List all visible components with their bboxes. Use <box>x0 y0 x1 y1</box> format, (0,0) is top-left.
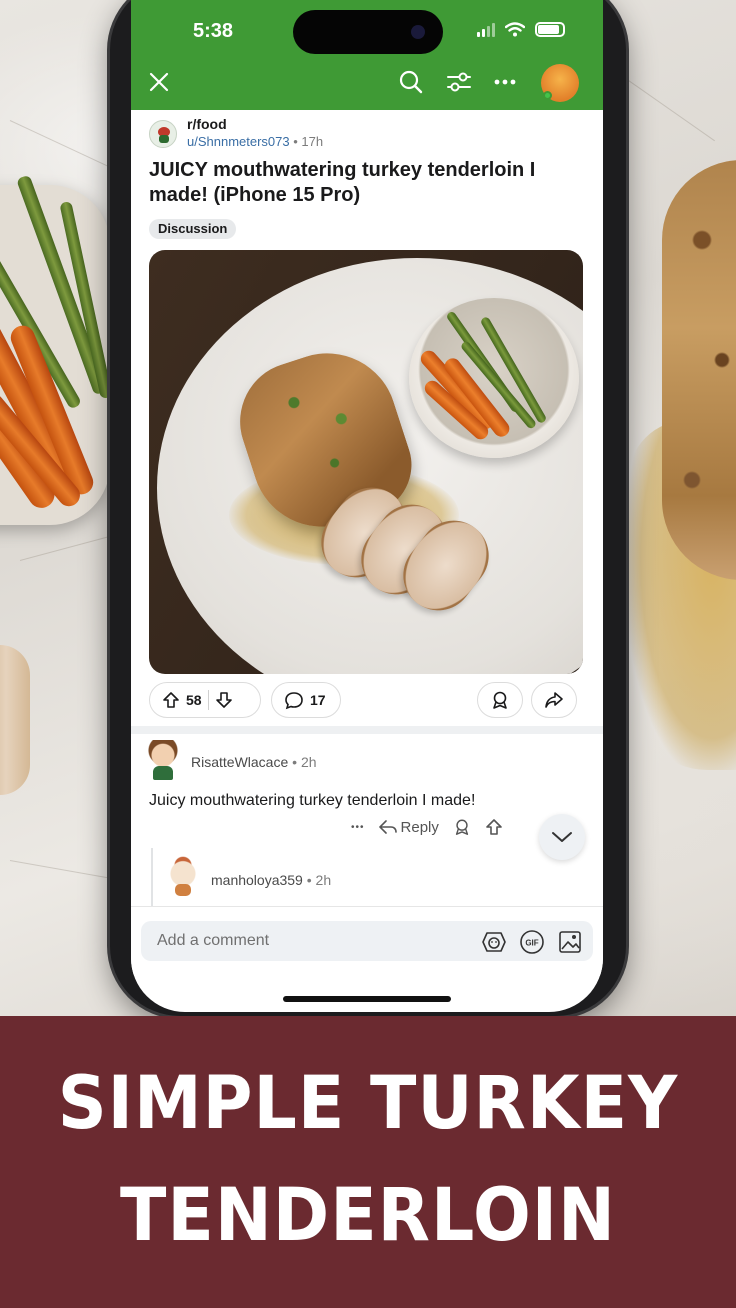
banner-title-line2: TENDERLOIN <box>120 1172 616 1259</box>
home-indicator <box>283 996 451 1002</box>
sliders-icon[interactable] <box>441 64 477 100</box>
gif-icon[interactable]: GIF <box>519 929 545 955</box>
comment-avatar[interactable] <box>165 856 201 898</box>
wifi-icon <box>505 22 525 37</box>
comment-text: Juicy mouthwatering turkey tenderloin I … <box>149 792 476 809</box>
comment-avatar[interactable] <box>145 740 181 780</box>
reply-label: Reply <box>400 818 439 836</box>
post-byline: u/Shnnmeters073 • 17h <box>187 134 323 149</box>
post-image[interactable] <box>149 250 583 674</box>
search-icon[interactable] <box>393 64 429 100</box>
battery-icon <box>535 22 565 37</box>
subreddit-avatar[interactable] <box>149 120 177 148</box>
close-icon[interactable] <box>141 64 177 100</box>
app-header: 5:38 <box>131 0 603 110</box>
post-age: • 17h <box>293 134 324 149</box>
more-horizontal-icon[interactable] <box>487 64 523 100</box>
upvote-icon[interactable] <box>485 818 503 836</box>
turkey-slice-background <box>0 645 30 795</box>
thread-line <box>151 848 153 908</box>
comment-icon <box>285 692 303 710</box>
reply-button[interactable]: Reply <box>378 818 439 836</box>
upvote-icon[interactable] <box>162 691 180 709</box>
comment-author[interactable]: manholoya359 <box>211 872 303 888</box>
gif-label: GIF <box>525 939 538 948</box>
downvote-icon[interactable] <box>215 691 233 709</box>
subreddit-name[interactable]: r/food <box>187 116 227 132</box>
user-avatar[interactable] <box>541 64 579 102</box>
comment-actions: ••• Reply <box>351 818 503 836</box>
dynamic-island <box>293 10 443 54</box>
post-meta: r/food u/Shnnmeters073 • 17h <box>149 114 589 154</box>
post-flair[interactable]: Discussion <box>149 219 237 239</box>
award-button[interactable] <box>477 682 523 718</box>
turkey-background <box>662 160 736 580</box>
chevron-down-icon <box>552 832 572 842</box>
comment-author[interactable]: RisatteWlacace <box>191 754 288 770</box>
section-divider <box>131 726 603 734</box>
award-icon <box>493 691 507 709</box>
status-icons <box>477 22 565 37</box>
collapse-thread-button[interactable] <box>539 814 585 860</box>
comment-age: • 2h <box>306 872 332 888</box>
comment-count: 17 <box>310 692 326 708</box>
snoo-sticker-icon[interactable] <box>481 929 507 955</box>
upvote-count: 58 <box>186 692 202 708</box>
comment-author-line: RisatteWlacace • 2h <box>191 754 317 770</box>
phone-screen: 5:38 r/food u/Shnnmeters073 • 17h JUICY … <box>131 0 603 1012</box>
post-title: JUICY mouthwatering turkey tenderloin I … <box>149 159 536 206</box>
share-icon <box>545 692 563 708</box>
comment-age: • 2h <box>292 754 317 770</box>
award-icon[interactable] <box>453 818 471 836</box>
vote-pill: 58 <box>149 682 261 718</box>
post-author[interactable]: u/Shnnmeters073 <box>187 134 290 149</box>
status-time: 5:38 <box>193 20 234 42</box>
signal-icon <box>477 22 495 37</box>
comment-more-button[interactable]: ••• <box>351 822 365 833</box>
comments-button[interactable]: 17 <box>271 682 341 718</box>
comment-author-line: manholoya359 • 2h <box>211 872 331 888</box>
post-action-bar: 58 17 <box>149 682 583 720</box>
online-dot <box>543 91 552 100</box>
comment: manholoya359 • 2h <box>165 856 525 900</box>
image-icon[interactable] <box>557 929 583 955</box>
reply-icon <box>378 820 397 834</box>
comment-composer: GIF <box>131 906 603 976</box>
title-banner: SIMPLE TURKEY TENDERLOIN <box>0 1016 736 1308</box>
share-button[interactable] <box>531 682 577 718</box>
composer-icons: GIF <box>481 929 583 955</box>
banner-title-line1: SIMPLE TURKEY <box>57 1060 679 1147</box>
